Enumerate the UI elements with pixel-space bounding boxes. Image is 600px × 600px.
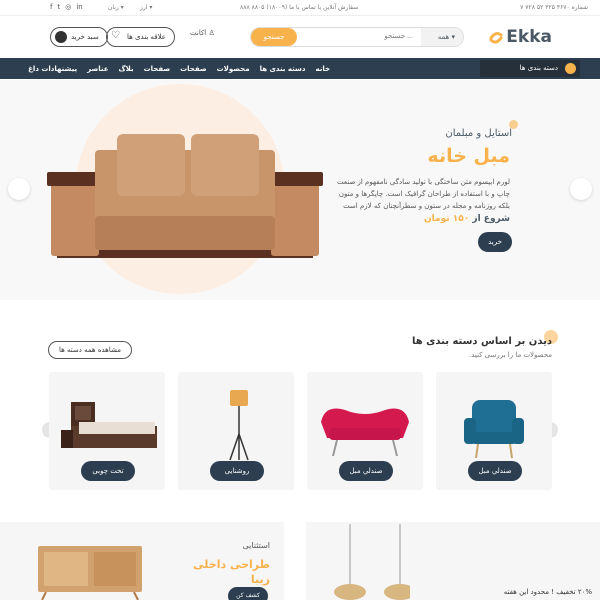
slider-prev-button[interactable] <box>8 178 30 200</box>
heart-icon: ♡ <box>111 30 120 41</box>
category-label: روشنایی <box>210 461 264 481</box>
hero-subtitle: استایل و مبلمان <box>445 128 512 139</box>
lamp-image <box>229 390 249 461</box>
social-links: f t ◎ in <box>50 3 83 11</box>
banner-title: طراحی داخلی زیبا <box>193 558 270 586</box>
hero-description: لورم ایپسوم متن ساختگی با تولید سادگی نا… <box>336 178 510 210</box>
section-subheading: محصولات ما را بررسی کنید. <box>469 351 552 359</box>
search-button[interactable]: جستجو <box>251 28 297 46</box>
facebook-icon[interactable]: f <box>50 3 52 11</box>
search-category-select[interactable]: همه ▾ <box>421 28 463 46</box>
nav-link-products[interactable]: محصولات <box>217 65 250 73</box>
cabinet-image <box>38 546 142 600</box>
category-label: صندلي مبل <box>468 461 522 481</box>
instagram-icon[interactable]: ◎ <box>65 3 71 11</box>
linkedin-icon[interactable]: in <box>76 3 82 11</box>
armchair-image <box>464 400 524 459</box>
nav-link-pages[interactable]: صفحات <box>180 65 207 73</box>
top-bar: شماره ۴۶۷۰ ۳۲۵ ۵۲ ۷۲۸ ۷ سفارش آنلاین یا … <box>0 0 600 16</box>
twitter-icon[interactable]: t <box>57 3 60 11</box>
header: Ekka همه ▾ جستجو اکانت ♙ ♡ علاقه بندی ها… <box>0 17 600 58</box>
currency-dropdown[interactable]: ارز ▾ <box>140 4 152 11</box>
category-card[interactable]: صندلي مبل <box>436 372 552 490</box>
category-card[interactable]: روشنایی <box>178 372 294 490</box>
category-label: صندلي مبل <box>339 461 393 481</box>
category-card[interactable]: صندلي مبل <box>307 372 423 490</box>
search-bar: همه ▾ جستجو <box>250 27 464 47</box>
main-nav: دسته بندی ها خانه دسته بندی ها محصولات ص… <box>0 58 600 79</box>
banner-subtitle: استثنایی <box>242 541 271 550</box>
hero-price: شروع از ۱۵۰ تومان <box>423 214 510 224</box>
categories-button[interactable]: دسته بندی ها <box>480 60 580 77</box>
search-input[interactable] <box>313 28 413 46</box>
nav-link-elements[interactable]: عناصر <box>87 65 108 73</box>
price-value: ۱۵۰ تومان <box>423 214 470 224</box>
grid-icon <box>565 63 576 74</box>
nav-link-categories[interactable]: دسته بندی ها <box>260 65 306 73</box>
pendant-lamps-image <box>334 524 410 600</box>
nav-link-pages-2[interactable]: صفحات <box>144 65 171 73</box>
language-dropdown[interactable]: زبان ▾ <box>108 4 124 11</box>
nav-link-home[interactable]: خانه <box>315 65 330 73</box>
slider-next-button[interactable] <box>570 178 592 200</box>
hero-slider: استایل و مبلمان مبل خانه لورم ایپسوم متن… <box>0 80 600 300</box>
category-label: تخت چوبی <box>81 461 135 481</box>
buy-button[interactable]: خرید <box>478 232 512 252</box>
nav-links: خانه دسته بندی ها محصولات صفحات صفحات بل… <box>28 58 330 79</box>
cart-icon <box>55 31 67 43</box>
contact-hint: سفارش آنلاین یا تماس با ما (۱۸۰۰۹) ۸۸۰۵ … <box>240 4 359 11</box>
hero-title: مبل خانه <box>427 145 510 167</box>
user-icon: ♙ <box>208 29 215 37</box>
banner-discover-button[interactable]: کشف کن <box>228 587 268 600</box>
view-all-categories-button[interactable]: مشاهده همه دسته ها <box>48 341 132 359</box>
nav-link-blog[interactable]: بلاگ <box>118 65 133 73</box>
category-card[interactable]: تخت چوبی <box>49 372 165 490</box>
phone-number: شماره ۴۶۷۰ ۳۲۵ ۵۲ ۷۲۸ ۷ <box>520 4 588 11</box>
banner-discount-text: ۲۰% تخفیف ! محدود این هفته <box>503 588 592 596</box>
section-heading: دیدن بر اساس دسته بندی ها <box>412 336 552 347</box>
sofa-image <box>47 134 323 258</box>
bed-image <box>61 402 157 448</box>
nav-link-hot-offers[interactable]: پیشنهادات داغ <box>28 65 77 73</box>
sofa-chair-image <box>321 408 409 457</box>
logo[interactable]: Ekka <box>506 27 552 47</box>
logo-icon <box>489 32 503 44</box>
wishlist-button[interactable]: ♡ علاقه بندی ها <box>106 27 175 47</box>
account-link[interactable]: اکانت ♙ <box>190 29 215 37</box>
cart-button[interactable]: سبد خرید <box>50 27 108 47</box>
